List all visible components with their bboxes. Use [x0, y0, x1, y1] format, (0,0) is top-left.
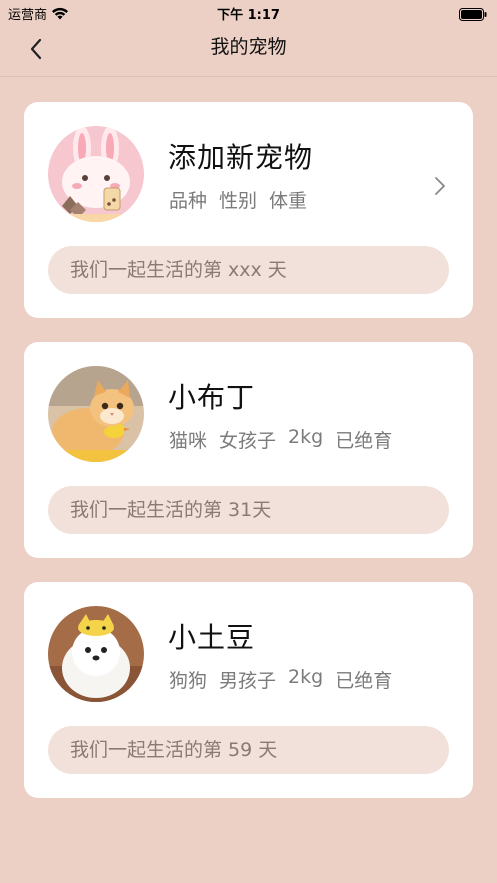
pet-info-neutered: 已绝育 — [335, 670, 393, 692]
pet-info-weight: 体重 — [269, 190, 308, 212]
battery-icon — [459, 6, 487, 25]
add-pet-card[interactable]: 添加新宠物 品种 性别 体重 我们一起生活的第 xxx 天 — [24, 102, 473, 318]
pet-card[interactable]: 小土豆 狗狗 男孩子 2kg 已绝育 我们一起生活的第 59 天 — [24, 582, 473, 798]
pet-card[interactable]: 小布丁 猫咪 女孩子 2kg 已绝育 我们一起生活的第 31天 — [24, 342, 473, 558]
bunny-avatar — [48, 126, 144, 222]
pet-name: 小布丁 — [168, 381, 256, 414]
pet-info-breed: 猫咪 — [169, 430, 208, 452]
pet-name: 小土豆 — [168, 621, 256, 654]
navigation-bar: 我的宠物 — [0, 26, 497, 77]
cat-avatar — [48, 366, 144, 462]
days-together-pill: 我们一起生活的第 xxx 天 — [48, 246, 449, 294]
chevron-right-icon[interactable] — [431, 172, 449, 200]
days-together-pill: 我们一起生活的第 31天 — [48, 486, 449, 534]
pet-info-gender: 性别 — [219, 190, 258, 212]
page-title: 我的宠物 — [210, 36, 287, 58]
pet-info-weight: 2kg — [288, 426, 324, 448]
pet-info-neutered: 已绝育 — [335, 430, 393, 452]
status-bar: 运营商 下午 1:17 — [0, 0, 497, 26]
pet-info: 品种 性别 体重 — [169, 186, 307, 213]
dog-avatar — [48, 606, 144, 702]
pet-info: 狗狗 男孩子 2kg 已绝育 — [169, 666, 392, 693]
pet-info-gender: 女孩子 — [219, 430, 277, 452]
pet-info: 猫咪 女孩子 2kg 已绝育 — [169, 426, 392, 453]
pet-info-breed: 狗狗 — [169, 670, 208, 692]
pet-info-weight: 2kg — [288, 666, 324, 688]
status-time: 下午 1:17 — [217, 8, 280, 23]
pet-info-gender: 男孩子 — [219, 670, 277, 692]
pet-info-breed: 品种 — [169, 190, 208, 212]
pet-name: 添加新宠物 — [168, 141, 314, 174]
days-together-pill: 我们一起生活的第 59 天 — [48, 726, 449, 774]
my-pets-screen: 运营商 下午 1:17 我的宠物 添加新宠物 品种 性别 体重 我们一起生活的第… — [0, 0, 497, 883]
